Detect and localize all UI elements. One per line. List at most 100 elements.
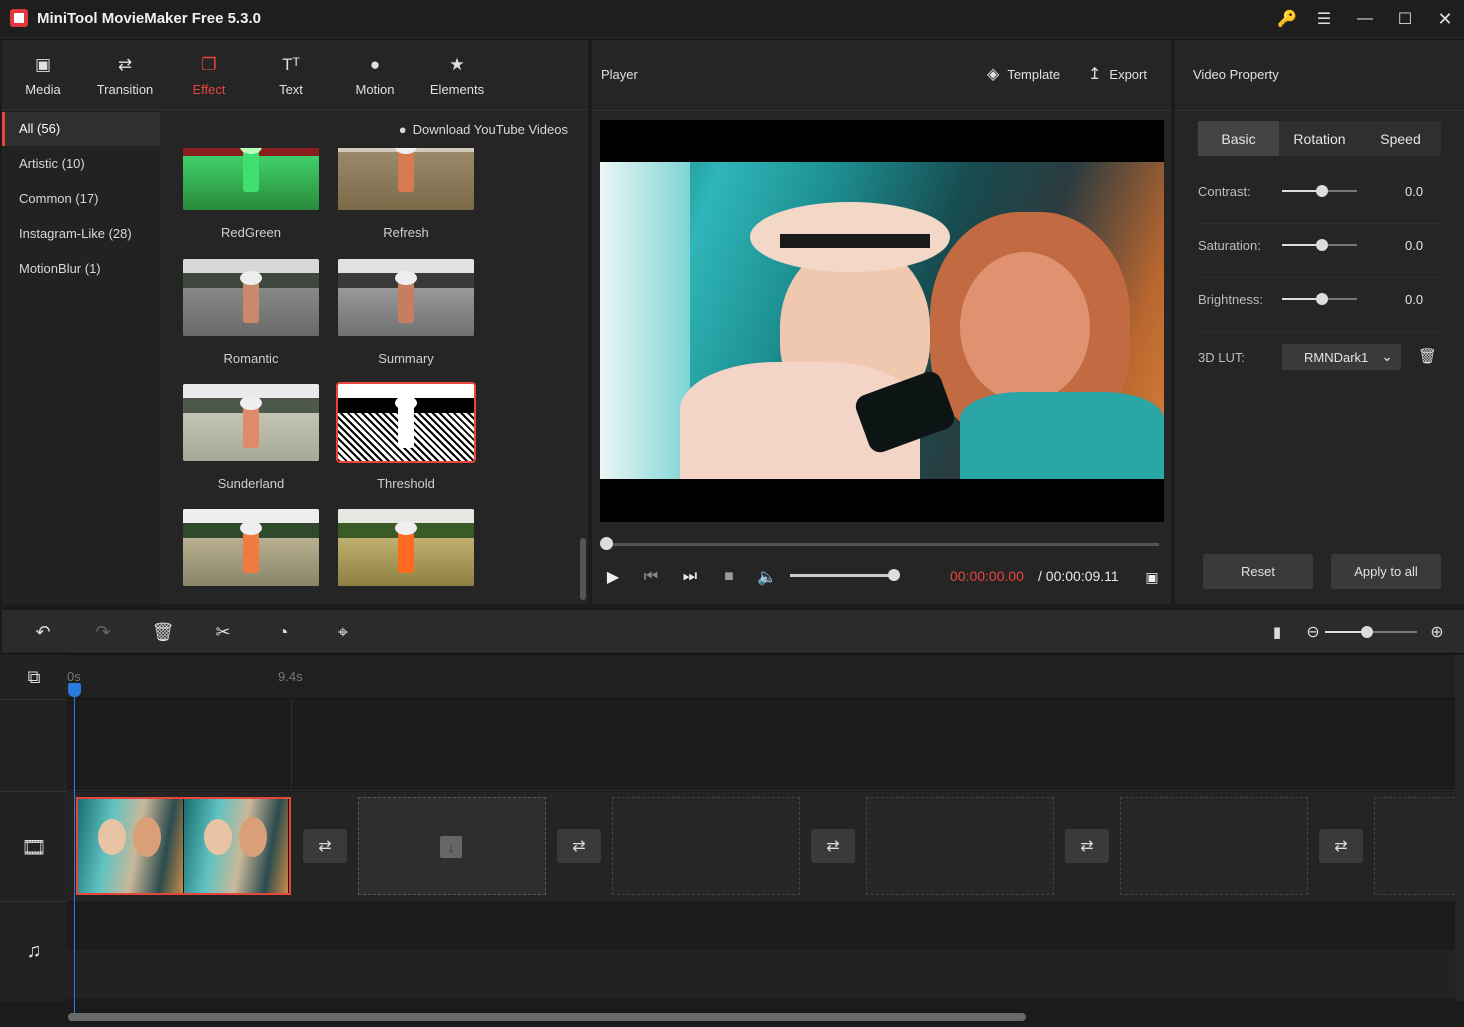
playhead-handle[interactable]	[68, 683, 81, 697]
minimize-icon[interactable]: —	[1351, 6, 1379, 32]
undo-icon[interactable]: ↶	[30, 620, 56, 644]
tab-motion[interactable]: ● Motion	[334, 40, 416, 110]
transition-slot[interactable]: ⇄	[1065, 829, 1109, 863]
overlay-track[interactable]	[67, 699, 1455, 791]
effect-thumbnail	[338, 509, 474, 586]
seek-handle[interactable]	[600, 537, 613, 550]
tab-text[interactable]: Tᵀ Text	[250, 40, 332, 110]
property-tabs: Basic Rotation Speed	[1198, 121, 1441, 156]
effect-sunderland[interactable]: Sunderland	[183, 384, 319, 491]
trash-icon[interactable]: 🗑	[1418, 347, 1437, 365]
volume-handle[interactable]	[888, 569, 900, 581]
empty-clip-slot[interactable]	[1120, 797, 1308, 895]
clip-frame	[183, 799, 289, 893]
text-icon: Tᵀ	[282, 54, 300, 74]
contrast-handle[interactable]	[1316, 185, 1328, 197]
volume-icon[interactable]: 🔈	[756, 566, 778, 588]
seek-bar[interactable]	[606, 543, 1159, 546]
empty-clip-slot[interactable]	[1374, 797, 1455, 895]
key-icon[interactable]: 🔑	[1273, 6, 1301, 32]
effect-thumbnail	[338, 148, 474, 210]
library-scrollbar[interactable]	[580, 538, 586, 600]
lut-select[interactable]: RMNDark1 ⌄	[1282, 344, 1401, 370]
tab-media[interactable]: ▣ Media	[2, 40, 84, 110]
import-icon[interactable]: ↓	[440, 836, 462, 858]
video-frame	[600, 162, 1164, 479]
delete-icon[interactable]: 🗑	[150, 620, 176, 644]
zoom-in-icon[interactable]: ⊕	[1424, 620, 1450, 644]
category-motionblur[interactable]: MotionBlur (1)	[2, 252, 160, 286]
layers-icon: ◈	[987, 66, 1000, 83]
clip-frame	[78, 799, 184, 893]
tab-elements[interactable]: ★ Elements	[416, 40, 498, 110]
category-common[interactable]: Common (17)	[2, 182, 160, 216]
split-icon[interactable]: ✂	[210, 620, 236, 644]
effect-redgreen[interactable]: RedGreen	[183, 148, 319, 240]
transition-icon: ⇄	[1334, 838, 1348, 855]
effect-thumbnail	[183, 384, 319, 461]
apply-to-all-button[interactable]: Apply to all	[1331, 554, 1441, 589]
effect-warm[interactable]	[338, 509, 474, 601]
category-instagram-like[interactable]: Instagram-Like (28)	[2, 217, 160, 251]
library-panel: ▣ Media ⇄ Transition ❐ Effect Tᵀ Text ● …	[2, 40, 588, 604]
effect-refresh[interactable]: Refresh	[338, 148, 474, 240]
timeline-ruler[interactable]: 0s 9.4s	[67, 655, 1455, 699]
menu-icon[interactable]: ☰	[1310, 6, 1338, 32]
brightness-handle[interactable]	[1316, 293, 1328, 305]
crop-icon[interactable]: ⌖	[330, 620, 356, 644]
download-youtube-link[interactable]: ● Download YouTube Videos	[399, 122, 568, 137]
transition-slot[interactable]: ⇄	[811, 829, 855, 863]
effect-romantic[interactable]: Romantic	[183, 259, 319, 366]
saturation-label: Saturation:	[1198, 238, 1261, 253]
fit-timeline-icon[interactable]: ▮	[1264, 620, 1290, 644]
transition-slot[interactable]: ⇄	[557, 829, 601, 863]
lut-label: 3D LUT:	[1198, 350, 1245, 365]
play-icon[interactable]: ▶	[602, 566, 624, 588]
empty-clip-slot[interactable]	[866, 797, 1054, 895]
contrast-label: Contrast:	[1198, 184, 1251, 199]
category-all[interactable]: All (56)	[2, 112, 160, 146]
empty-clip-slot[interactable]	[612, 797, 800, 895]
tab-speed[interactable]: Speed	[1360, 121, 1441, 156]
effect-vivid[interactable]	[183, 509, 319, 601]
effect-thumbnail	[336, 382, 476, 463]
tab-label: Effect	[192, 81, 226, 97]
transition-icon: ⇄	[826, 838, 840, 855]
lut-value: RMNDark1	[1304, 349, 1369, 365]
maximize-icon[interactable]: ☐	[1391, 6, 1419, 32]
transition-slot[interactable]: ⇄	[303, 829, 347, 863]
player-panel: Player ◈ Template ↥ Export ▶ ⏮ ⏭ ■ 🔈 00:00…	[592, 40, 1171, 604]
tab-transition[interactable]: ⇄ Transition	[84, 40, 166, 110]
volume-slider[interactable]	[790, 574, 894, 577]
category-artistic[interactable]: Artistic (10)	[2, 147, 160, 181]
next-frame-icon[interactable]: ⏭	[679, 566, 701, 588]
export-button[interactable]: ↥ Export	[1088, 64, 1147, 84]
video-clip[interactable]	[76, 797, 291, 895]
saturation-handle[interactable]	[1316, 239, 1328, 251]
fullscreen-icon[interactable]: ▣	[1141, 566, 1163, 588]
close-icon[interactable]: ✕	[1431, 6, 1459, 32]
timeline-vertical-scrollbar[interactable]	[1455, 655, 1464, 1001]
transition-slot[interactable]: ⇄	[1319, 829, 1363, 863]
effect-summary[interactable]: Summary	[338, 259, 474, 366]
add-track-icon[interactable]: ⧉	[22, 665, 46, 689]
transition-icon: ⇄	[572, 838, 586, 855]
divider	[0, 699, 67, 700]
effect-threshold[interactable]: Threshold	[336, 382, 476, 491]
tab-rotation[interactable]: Rotation	[1279, 121, 1360, 156]
effect-label: Threshold	[377, 476, 435, 491]
previous-frame-icon[interactable]: ⏮	[640, 566, 662, 588]
template-button[interactable]: ◈ Template	[987, 64, 1060, 84]
speed-icon[interactable]: ◔	[270, 620, 296, 644]
tab-effect[interactable]: ❐ Effect	[168, 40, 250, 110]
zoom-handle[interactable]	[1361, 626, 1373, 638]
redo-icon[interactable]: ↷	[90, 620, 116, 644]
zoom-out-icon[interactable]: ⊖	[1300, 620, 1326, 644]
effects-grid: RedGreen Refresh Romantic Summary Sunder…	[162, 148, 580, 604]
reset-button[interactable]: Reset	[1203, 554, 1313, 589]
tab-basic[interactable]: Basic	[1198, 121, 1279, 156]
timeline-horizontal-scrollbar[interactable]	[68, 1013, 1026, 1021]
video-preview[interactable]	[600, 120, 1164, 522]
export-icon: ↥	[1088, 66, 1102, 83]
stop-icon[interactable]: ■	[718, 566, 740, 588]
